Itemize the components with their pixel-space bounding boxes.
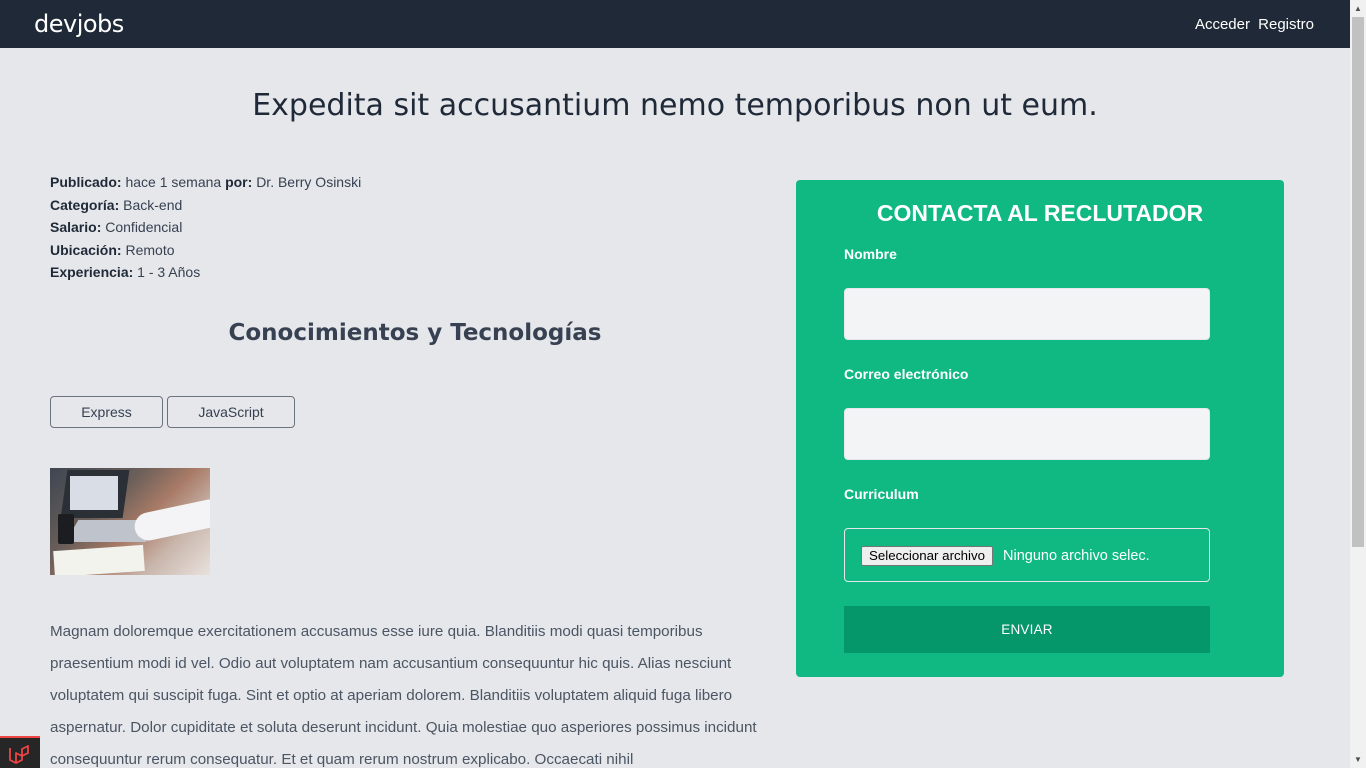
name-input[interactable] (844, 288, 1210, 340)
job-meta: Publicado: hace 1 semana por: Dr. Berry … (50, 171, 361, 284)
contact-title: CONTACTA AL RECLUTADOR (876, 200, 1204, 226)
cv-label: Curriculum (844, 486, 919, 502)
meta-salary: Salario: Confidencial (50, 216, 361, 239)
file-status-text: Ninguno archivo selec. (1003, 548, 1150, 564)
name-label: Nombre (844, 246, 897, 262)
meta-category: Categoría: Back-end (50, 194, 361, 217)
scrollbar-thumb[interactable] (1352, 17, 1364, 547)
published-label: Publicado: (50, 174, 122, 190)
location-value: Remoto (125, 241, 175, 258)
brand-logo-text[interactable]: devjobs (34, 10, 124, 38)
experience-value: 1 - 3 Años (137, 264, 201, 280)
author-value: Dr. Berry Osinski (256, 174, 362, 190)
page-scrollbar[interactable]: ▲ ▼ (1350, 0, 1366, 768)
author-label: por: (225, 174, 253, 190)
register-link[interactable]: Registro (1258, 16, 1314, 33)
published-value: hace 1 semana (125, 174, 222, 190)
meta-experience: Experiencia: 1 - 3 Años (50, 261, 361, 284)
nav-links: Acceder Registro (1191, 16, 1314, 33)
cv-file-input[interactable]: Seleccionar archivo Ninguno archivo sele… (844, 528, 1210, 582)
salary-label: Salario: (50, 219, 102, 235)
job-description: Magnam doloremque exercitationem accusam… (50, 623, 757, 768)
laravel-logo-icon (9, 745, 29, 764)
skill-tag-javascript[interactable]: JavaScript (167, 396, 295, 428)
location-label: Ubicación: (50, 241, 122, 258)
job-image (50, 468, 210, 575)
email-input[interactable] (844, 408, 1210, 460)
salary-value: Confidencial (105, 219, 183, 235)
scroll-down-arrow-icon[interactable]: ▼ (1350, 751, 1366, 768)
submit-button[interactable]: ENVIAR (844, 606, 1210, 653)
page-title: Expedita sit accusantium nemo temporibus… (252, 88, 1098, 123)
email-label: Correo electrónico (844, 366, 969, 382)
skills-heading: Conocimientos y Tecnologías (228, 320, 602, 346)
category-value: Back-end (123, 196, 183, 213)
meta-published: Publicado: hace 1 semana por: Dr. Berry … (50, 171, 361, 194)
experience-label: Experiencia: (50, 264, 134, 280)
contact-recruiter-form: CONTACTA AL RECLUTADOR Nombre Correo ele… (796, 180, 1284, 677)
top-navbar: devjobs Acceder Registro (0, 0, 1350, 48)
skill-tag-express[interactable]: Express (50, 396, 163, 428)
choose-file-button[interactable]: Seleccionar archivo (861, 546, 994, 566)
scroll-up-arrow-icon[interactable]: ▲ (1350, 0, 1366, 17)
category-label: Categoría: (50, 196, 120, 213)
debug-toolbar-toggle[interactable] (0, 736, 40, 768)
login-link[interactable]: Acceder (1195, 16, 1250, 33)
meta-location: Ubicación: Remoto (50, 239, 361, 262)
